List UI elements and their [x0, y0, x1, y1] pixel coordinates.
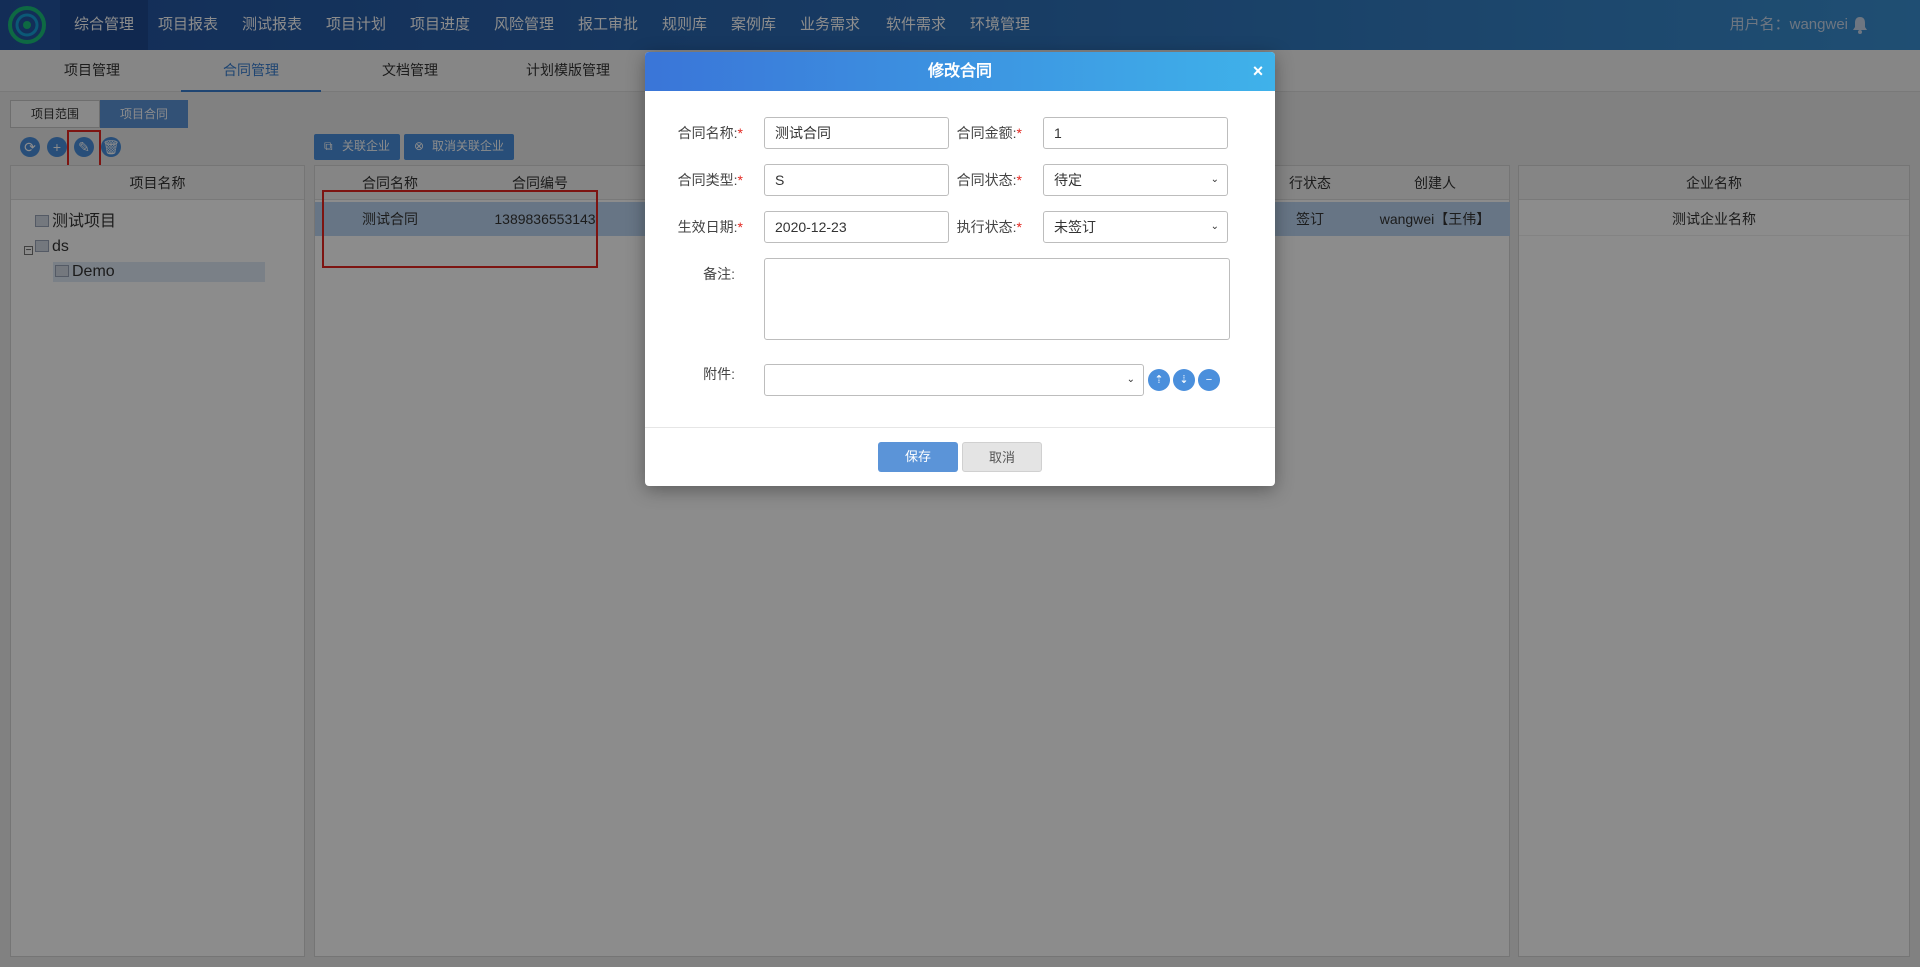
contract-status-label-text: 合同状态: [956, 172, 1017, 188]
dialog-divider [645, 427, 1275, 428]
attachment-label: 附件: [703, 366, 735, 382]
contract-amount-label-text: 合同金额: [956, 125, 1017, 141]
chevron-down-icon: ⌄ [1210, 174, 1219, 185]
contract-amount-label: 合同金额:* [956, 125, 1022, 141]
contract-type-label: 合同类型:* [677, 172, 743, 188]
attachment-select[interactable]: ⌄ [764, 364, 1144, 396]
exec-status-label-text: 执行状态: [956, 219, 1017, 235]
contract-status-select[interactable]: 待定 ⌄ [1043, 164, 1228, 196]
cancel-button[interactable]: 取消 [962, 442, 1042, 472]
upload-icon[interactable]: ⇡ [1148, 369, 1170, 391]
download-icon[interactable]: ⇣ [1173, 369, 1195, 391]
exec-status-select[interactable]: 未签订 ⌄ [1043, 211, 1228, 243]
edit-contract-dialog: 修改合同 × 合同名称:* 测试合同 合同金额:* 1 合同类型:* S 合同状… [645, 52, 1275, 486]
contract-status-label: 合同状态:* [956, 172, 1022, 188]
chevron-down-icon: ⌄ [1210, 221, 1219, 232]
remark-label: 备注: [703, 266, 735, 282]
exec-status-label: 执行状态:* [956, 219, 1022, 235]
effective-date-input[interactable]: 2020-12-23 [764, 211, 949, 243]
chevron-down-icon: ⌄ [1126, 374, 1135, 385]
contract-name-input[interactable]: 测试合同 [764, 117, 949, 149]
remark-textarea[interactable] [764, 258, 1230, 340]
contract-name-label-text: 合同名称: [677, 125, 738, 141]
contract-amount-input[interactable]: 1 [1043, 117, 1228, 149]
remove-icon[interactable]: − [1198, 369, 1220, 391]
close-icon[interactable]: × [1249, 62, 1267, 80]
save-button[interactable]: 保存 [878, 442, 958, 472]
effective-date-label: 生效日期:* [677, 219, 743, 235]
effective-date-label-text: 生效日期: [677, 219, 738, 235]
exec-status-value: 未签订 [1054, 219, 1096, 235]
contract-type-label-text: 合同类型: [677, 172, 738, 188]
contract-status-value: 待定 [1054, 172, 1082, 188]
dialog-title: 修改合同 [645, 52, 1275, 91]
contract-name-label: 合同名称:* [677, 125, 743, 141]
contract-type-input[interactable]: S [764, 164, 949, 196]
